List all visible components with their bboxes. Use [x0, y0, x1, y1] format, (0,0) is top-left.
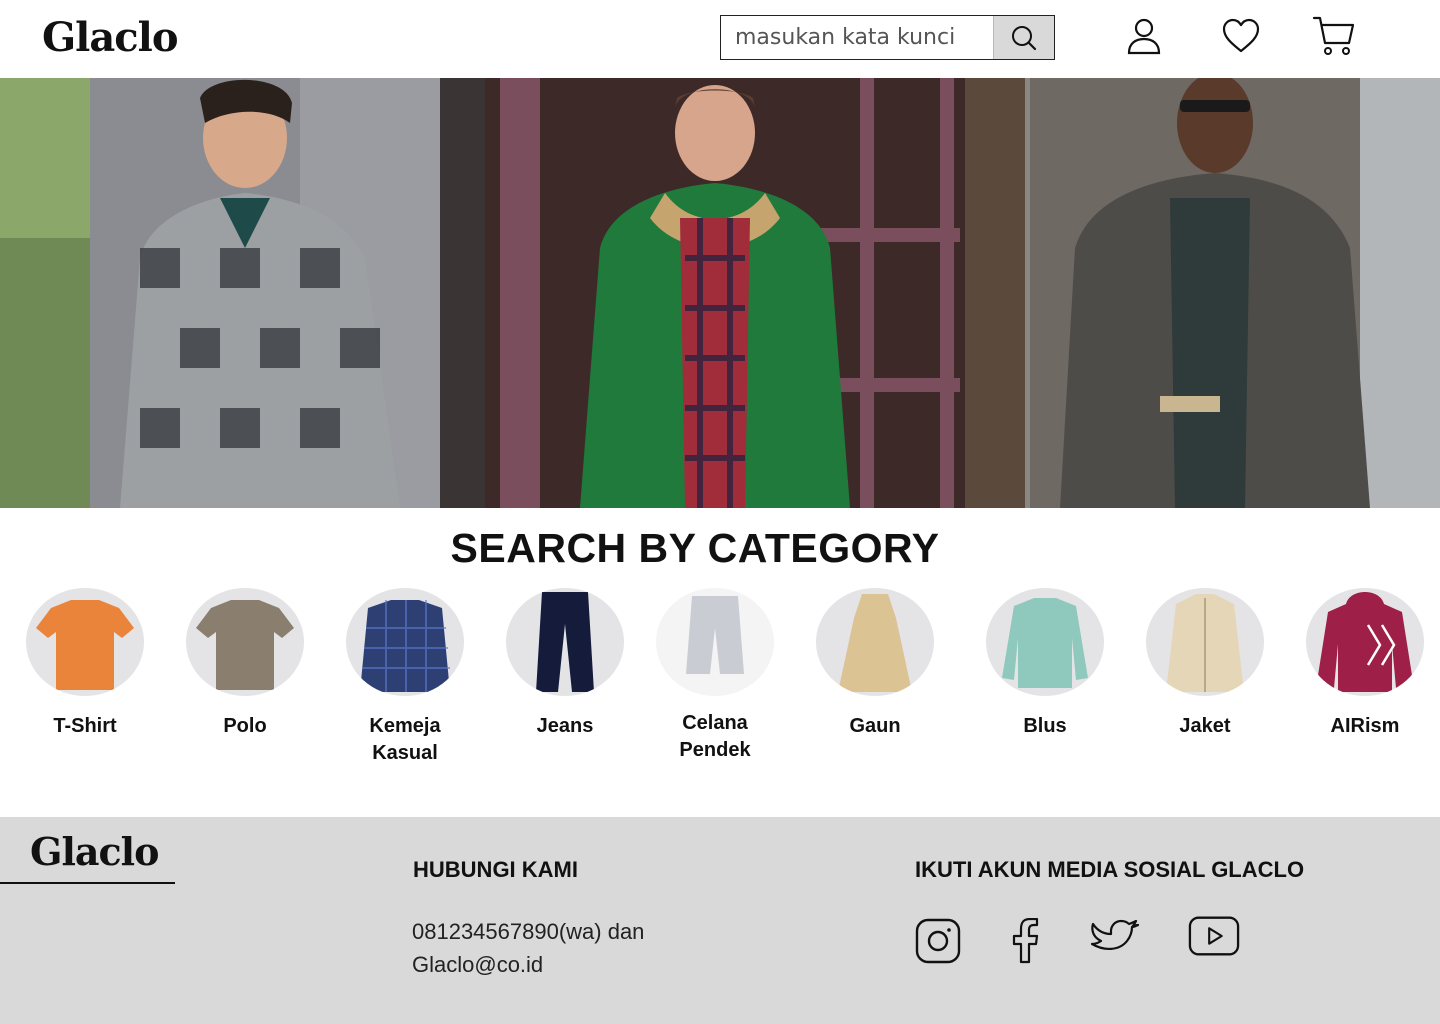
search-bar [720, 15, 1055, 60]
heart-icon [1222, 18, 1260, 53]
category-item[interactable]: Kemeja Kasual [340, 588, 470, 767]
instagram-link[interactable] [912, 915, 964, 967]
category-item[interactable]: Blus [980, 588, 1110, 740]
site-footer: Glaclo HUBUNGI KAMI 081234567890(wa) dan… [0, 817, 1440, 1024]
category-product-image [1002, 598, 1088, 688]
category-product-image [536, 592, 594, 692]
category-image[interactable] [816, 588, 934, 696]
category-label[interactable]: T-Shirt [10, 713, 160, 740]
category-label[interactable]: Kemeja Kasual [360, 713, 450, 767]
hero-banner[interactable] [0, 78, 1440, 508]
category-product-image [36, 600, 134, 690]
user-icon [1127, 18, 1161, 55]
footer-logo[interactable]: Glaclo [30, 829, 159, 874]
category-item[interactable]: Jaket [1140, 588, 1270, 740]
category-image[interactable] [986, 588, 1104, 696]
category-label[interactable]: Blus [970, 713, 1120, 740]
category-product-image [360, 600, 450, 692]
hero-photo [0, 78, 1440, 508]
social-heading: IKUTI AKUN MEDIA SOSIAL GLACLO [915, 857, 1305, 882]
category-item[interactable]: Polo [180, 588, 310, 740]
facebook-icon [1012, 918, 1039, 964]
instagram-icon [915, 918, 961, 964]
category-label[interactable]: Polo [170, 713, 320, 740]
twitter-icon [1091, 919, 1140, 950]
category-label[interactable]: Gaun [800, 713, 950, 740]
category-image[interactable] [1146, 588, 1264, 696]
facebook-link[interactable] [999, 915, 1051, 967]
contact-text: 081234567890(wa) dan Glaclo@co.id [412, 919, 645, 977]
category-image[interactable] [186, 588, 304, 696]
category-title: SEARCH BY CATEGORY [450, 525, 940, 571]
contact-heading: HUBUNGI KAMI [413, 857, 578, 882]
twitter-link[interactable] [1090, 915, 1142, 967]
search-input[interactable] [721, 16, 993, 59]
chevron-right-icon [1366, 624, 1396, 666]
youtube-link[interactable] [1188, 910, 1240, 962]
category-image[interactable] [506, 588, 624, 696]
site-logo[interactable]: Glaclo [42, 14, 179, 61]
category-image[interactable] [346, 588, 464, 696]
category-product-image [838, 594, 912, 692]
site-header: Glaclo [0, 0, 1440, 78]
category-label[interactable]: Celana Pendek [670, 710, 760, 764]
category-item[interactable]: Celana Pendek [650, 588, 780, 764]
category-product-image [686, 596, 744, 674]
account-button[interactable] [1122, 14, 1166, 58]
category-label[interactable]: AIRism [1290, 713, 1440, 740]
next-category-button[interactable] [1362, 620, 1402, 670]
category-item[interactable]: T-Shirt [20, 588, 150, 740]
category-label[interactable]: Jaket [1130, 713, 1280, 740]
category-product-image [1166, 594, 1244, 692]
search-icon [1012, 25, 1037, 50]
footer-logo-underline [0, 882, 175, 884]
category-item[interactable]: Jeans [500, 588, 630, 740]
category-image[interactable] [656, 588, 774, 696]
category-label[interactable]: Jeans [490, 713, 640, 740]
category-image[interactable] [26, 588, 144, 696]
wishlist-button[interactable] [1219, 14, 1263, 58]
cart-icon [1312, 16, 1355, 55]
youtube-icon [1188, 916, 1240, 956]
search-button[interactable] [993, 16, 1054, 59]
category-item[interactable]: Gaun [810, 588, 940, 740]
cart-button[interactable] [1312, 14, 1356, 58]
category-product-image [196, 600, 294, 690]
